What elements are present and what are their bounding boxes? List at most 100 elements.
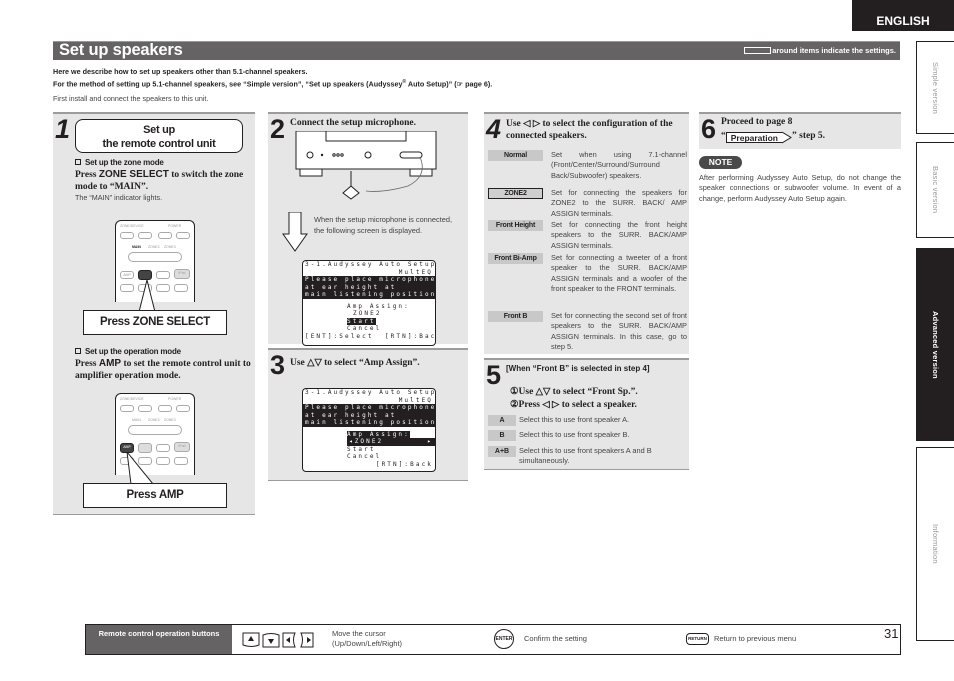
zone3-indicator-label: ZONE3 xyxy=(164,418,176,422)
zone-off-button xyxy=(120,405,134,412)
zone-mode-note: The “MAIN” indicator lights. xyxy=(75,193,163,202)
dvd-button xyxy=(120,284,134,292)
step-3-panel: 3 Use △▽ to select “Amp Assign”. 3-1.Aud… xyxy=(268,348,468,481)
step-5-panel: 5 [When “Front B” is selected in step 4]… xyxy=(484,358,689,470)
operation-mode-section: Set up the operation mode Press AMP to s… xyxy=(75,347,255,382)
front-speaker-option: B Select this to use front speaker B. xyxy=(488,430,687,441)
instr-text: Press xyxy=(75,359,99,369)
power-off-button xyxy=(158,405,172,412)
option-badge: Normal xyxy=(488,150,543,161)
callout-pointer xyxy=(126,452,154,484)
sidenav-basic-version[interactable]: Basic version xyxy=(916,142,954,238)
power-on-button xyxy=(176,405,190,412)
sat-button xyxy=(174,284,188,292)
lcd-title: 3-1.Audyssey Auto Setup xyxy=(305,261,436,268)
chevron-right-icon xyxy=(782,131,792,144)
option-description: Set for connecting the speakers for ZONE… xyxy=(551,188,687,218)
step-number: 1 xyxy=(55,114,71,144)
step-2-panel: 2 Connect the setup microphone. When the… xyxy=(268,112,468,346)
step-1-panel: 1 Set up the remote control unit Set up … xyxy=(53,112,255,515)
down-arrow-icon xyxy=(282,212,308,252)
intro-bold: Here we describe how to set up speakers … xyxy=(53,67,492,89)
zone2-indicator-label: ZONE2 xyxy=(148,418,160,422)
speaker-config-option: Front Bi-Amp Set for connecting a tweeter… xyxy=(488,253,687,294)
language-tab: ENGLISH xyxy=(852,0,954,31)
lcd-message: Please place microphone xyxy=(303,404,436,412)
option-description: Set for connecting the second set of fro… xyxy=(551,311,687,351)
zone-off-button xyxy=(120,232,134,239)
speaker-config-option: Normal Set when using 7.1-channel (Front/… xyxy=(488,150,687,181)
lcd-message: main listening position. xyxy=(303,419,436,427)
settings-legend-text: around items indicate the settings. xyxy=(772,46,896,55)
step-5-condition: [When “Front B” is selected in step 4] xyxy=(506,364,650,373)
option-badge: Front Bi-Amp xyxy=(488,253,543,264)
option-badge: A+B xyxy=(488,446,516,457)
zone-on-button xyxy=(138,232,152,239)
lcd-message: Please place microphone xyxy=(303,276,436,284)
cursor-up-icon xyxy=(242,632,260,647)
sat-button xyxy=(174,457,188,465)
lcd-brand: MultEQ xyxy=(398,268,433,276)
step-6-suffix: ” step 5. xyxy=(792,131,825,141)
sidenav-label[interactable]: Information xyxy=(931,524,940,564)
step-4-panel: 4 Use ◁ ▷ to select the configuration of… xyxy=(484,112,689,354)
step-number: 5 xyxy=(486,360,502,390)
step-number: 6 xyxy=(701,114,717,144)
cursor-right-icon xyxy=(300,632,314,648)
amp-button: AMP xyxy=(120,271,134,279)
lcd-footer: [RTN]:Back xyxy=(375,460,433,468)
lcd-message: at ear height at xyxy=(303,411,435,419)
callout-pointer xyxy=(138,280,156,312)
sidenav-label[interactable]: Simple version xyxy=(931,62,940,114)
lcd-brand: MultEQ xyxy=(398,396,433,404)
sidenav-label[interactable]: Basic version xyxy=(931,166,940,213)
lcd-amp-assign-value: ZONE2 xyxy=(353,310,382,317)
speaker-config-option: Front Height Set for connecting the front… xyxy=(488,220,687,251)
zone-indicator-panel xyxy=(128,252,182,262)
step-1-heading: Set up the remote control unit xyxy=(75,119,243,153)
lcd-title: 3-1.Audyssey Auto Setup xyxy=(305,389,436,396)
step-2-note: When the setup microphone is connected, … xyxy=(314,215,453,235)
step-5-instruction-2: ②Press ◁ ▷ to select a speaker. xyxy=(510,400,637,410)
preparation-link[interactable]: Preparation xyxy=(725,132,782,143)
remote-label: ZONE/DEVICE xyxy=(120,397,144,401)
enter-button-icon: ENTER xyxy=(494,629,514,649)
return-button-icon: RETURN xyxy=(686,633,709,645)
lcd-amp-assign: Amp Assign: xyxy=(347,302,410,310)
sidenav-information[interactable]: Information xyxy=(916,447,954,641)
speaker-config-option: Front B Set for connecting the second set… xyxy=(488,311,687,352)
intro-line-2: For the method of setting up 5.1-channel… xyxy=(53,77,492,89)
press-amp-callout: Press AMP xyxy=(83,483,227,508)
step-1-heading-line-2: the remote control unit xyxy=(102,138,216,150)
step-1-heading-line-1: Set up xyxy=(143,124,175,136)
front-speaker-option: A Select this to use front speaker A. xyxy=(488,415,687,426)
lcd-message: main listening position. xyxy=(303,291,436,299)
zone-on-button xyxy=(138,405,152,412)
option-badge: ZONE2 xyxy=(488,188,543,199)
sidenav-advanced-version[interactable]: Advanced version xyxy=(916,248,954,441)
bd-button xyxy=(156,444,170,452)
cursor-left-icon xyxy=(282,632,296,648)
sidenav-simple-version[interactable]: Simple version xyxy=(916,41,954,134)
lcd-screen-step-3: 3-1.Audyssey Auto Setup MultEQ Please pl… xyxy=(302,388,436,472)
lcd-cancel: Cancel xyxy=(347,325,382,332)
intro-line-2-link[interactable]: Auto Setup)” (☞ page 6). xyxy=(406,79,492,88)
option-description: Set for connecting a tweeter of a front … xyxy=(551,253,687,293)
cursor-text-1: Move the cursor xyxy=(332,629,386,638)
settings-legend-note: around items indicate the settings. xyxy=(744,46,896,55)
note-badge: NOTE xyxy=(699,156,742,169)
note-text: After performing Audyssey Auto Setup, do… xyxy=(699,173,901,203)
preparation-link-text[interactable]: Preparation xyxy=(731,133,778,143)
zone-select-key: ZONE SELECT xyxy=(98,169,169,180)
operation-mode-subheading: Set up the operation mode xyxy=(75,347,255,356)
cursor-description: Move the cursor (Up/Down/Left/Right) xyxy=(332,629,402,649)
zone-indicator-panel xyxy=(128,425,182,435)
sidenav-label[interactable]: Advanced version xyxy=(931,311,940,379)
lcd-amp-assign-value: ◂ZONE2 xyxy=(349,438,384,445)
cursor-down-icon xyxy=(262,633,280,648)
remote-buttons-legend: Remote control operation buttons Move th… xyxy=(85,624,901,655)
speaker-config-option: ZONE2 Set for connecting the speakers for… xyxy=(488,188,687,219)
option-badge: Front Height xyxy=(488,220,543,231)
lcd-start: Start xyxy=(347,445,376,453)
amp-key: AMP xyxy=(98,358,122,369)
